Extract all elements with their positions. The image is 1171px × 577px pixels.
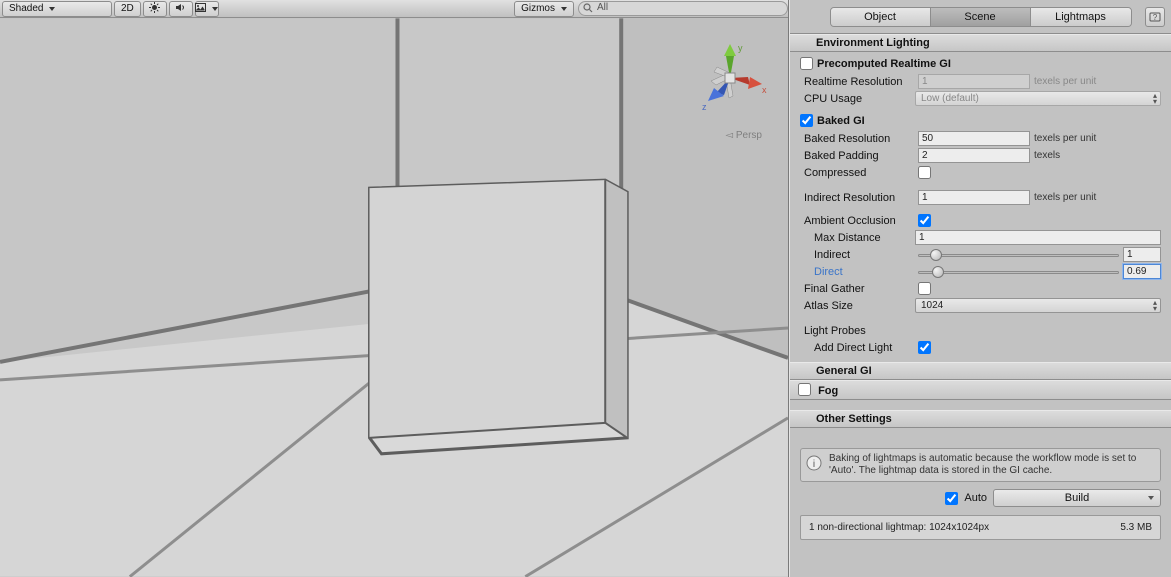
add-direct-light-checkbox[interactable]: [918, 341, 931, 354]
compressed-label: Compressed: [800, 167, 918, 179]
svg-text:?: ?: [1153, 13, 1158, 22]
build-row: Auto Build: [790, 486, 1171, 513]
baked-padding-field[interactable]: [918, 148, 1030, 163]
view-2d-toggle[interactable]: 2D: [114, 1, 141, 17]
lightmap-size-text: 5.3 MB: [1120, 522, 1152, 533]
axis-y-label: y: [738, 43, 743, 53]
inspector-tabs-row: Object Scene Lightmaps ?: [790, 0, 1171, 34]
ao-direct-label: Direct: [800, 266, 918, 278]
compressed-checkbox[interactable]: [918, 166, 931, 179]
info-text: Baking of lightmaps is automatic because…: [829, 453, 1136, 476]
section-general-gi[interactable]: General GI: [790, 362, 1171, 380]
final-gather-checkbox[interactable]: [918, 282, 931, 295]
build-button[interactable]: Build: [993, 489, 1161, 507]
ambient-occlusion-checkbox[interactable]: [918, 214, 931, 227]
shading-mode-dropdown[interactable]: Shaded: [2, 1, 112, 17]
indirect-resolution-unit: texels per unit: [1034, 192, 1096, 203]
gizmos-label: Gizmos: [521, 3, 555, 14]
image-icon: [195, 3, 206, 15]
scene-toolbar: Shaded 2D Gizmos All: [0, 0, 788, 18]
svg-text:i: i: [813, 459, 815, 470]
final-gather-label: Final Gather: [800, 283, 918, 295]
baked-resolution-unit: texels per unit: [1034, 133, 1096, 144]
tab-lightmaps[interactable]: Lightmaps: [1031, 8, 1131, 26]
projection-label[interactable]: ◅ Persp: [725, 130, 762, 141]
ao-direct-value[interactable]: [1123, 264, 1161, 279]
section-other-settings[interactable]: Other Settings: [790, 410, 1171, 428]
tab-object[interactable]: Object: [831, 8, 931, 26]
search-placeholder: All: [597, 2, 608, 13]
axis-x-label: x: [762, 85, 767, 95]
section-fog[interactable]: Fog: [790, 380, 1171, 400]
baked-resolution-label: Baked Resolution: [800, 133, 918, 145]
auto-checkbox[interactable]: [945, 492, 958, 505]
auto-label[interactable]: Auto: [964, 492, 987, 504]
realtime-resolution-unit: texels per unit: [1034, 76, 1096, 87]
info-icon: i: [806, 455, 822, 471]
precomputed-realtime-gi-checkbox[interactable]: [800, 57, 813, 70]
cpu-usage-label: CPU Usage: [800, 93, 915, 105]
sun-icon: [149, 2, 160, 16]
fog-checkbox[interactable]: [798, 383, 811, 396]
ao-indirect-value[interactable]: [1123, 247, 1161, 262]
help-button[interactable]: ?: [1145, 7, 1165, 27]
lightmap-status: 1 non-directional lightmap: 1024x1024px …: [800, 515, 1161, 540]
scene-viewport[interactable]: y x z ◅ Persp: [0, 18, 788, 577]
atlas-size-dropdown[interactable]: 1024▴▾: [915, 298, 1161, 313]
view-2d-label: 2D: [121, 3, 134, 14]
indirect-resolution-label: Indirect Resolution: [800, 192, 918, 204]
tab-scene[interactable]: Scene: [931, 8, 1031, 26]
lighting-toggle[interactable]: [143, 1, 167, 17]
ao-indirect-slider[interactable]: [918, 248, 1119, 262]
light-probes-label: Light Probes: [800, 325, 918, 337]
info-box: i Baking of lightmaps is automatic becau…: [800, 448, 1161, 482]
gizmos-dropdown[interactable]: Gizmos: [514, 1, 574, 17]
scene-view-panel: Shaded 2D Gizmos All: [0, 0, 789, 577]
atlas-size-label: Atlas Size: [800, 300, 915, 312]
baked-gi-toggle[interactable]: Baked GI: [800, 111, 1161, 130]
fx-dropdown[interactable]: [195, 1, 219, 17]
baked-gi-checkbox[interactable]: [800, 114, 813, 127]
axis-z-label: z: [702, 102, 707, 112]
precomputed-realtime-gi-toggle[interactable]: Precomputed Realtime GI: [800, 54, 1161, 73]
audio-toggle[interactable]: [169, 1, 193, 17]
baked-resolution-field[interactable]: [918, 131, 1030, 146]
baked-padding-label: Baked Padding: [800, 150, 918, 162]
scene-search[interactable]: All: [578, 1, 788, 16]
ao-max-distance-label: Max Distance: [800, 232, 915, 244]
orientation-gizmo[interactable]: y x z: [690, 38, 770, 118]
cpu-usage-dropdown: Low (default)▴▾: [915, 91, 1161, 106]
ao-direct-slider[interactable]: [918, 265, 1119, 279]
add-direct-light-label: Add Direct Light: [800, 342, 918, 354]
realtime-resolution-label: Realtime Resolution: [800, 76, 918, 88]
shading-mode-label: Shaded: [9, 3, 43, 14]
search-icon: [583, 3, 593, 13]
lighting-inspector: Object Scene Lightmaps ? Environment Lig…: [789, 0, 1171, 577]
realtime-resolution-field: [918, 74, 1030, 89]
speaker-icon: [175, 2, 186, 16]
ao-max-distance-field[interactable]: [915, 230, 1161, 245]
baked-padding-unit: texels: [1034, 150, 1060, 161]
lightmap-status-text: 1 non-directional lightmap: 1024x1024px: [809, 522, 989, 533]
section-environment-lighting[interactable]: Environment Lighting: [790, 34, 1171, 52]
indirect-resolution-field[interactable]: [918, 190, 1030, 205]
ao-indirect-label: Indirect: [800, 249, 918, 261]
help-icon: ?: [1149, 11, 1161, 23]
ambient-occlusion-label: Ambient Occlusion: [800, 215, 918, 227]
scene-render: [0, 18, 788, 577]
